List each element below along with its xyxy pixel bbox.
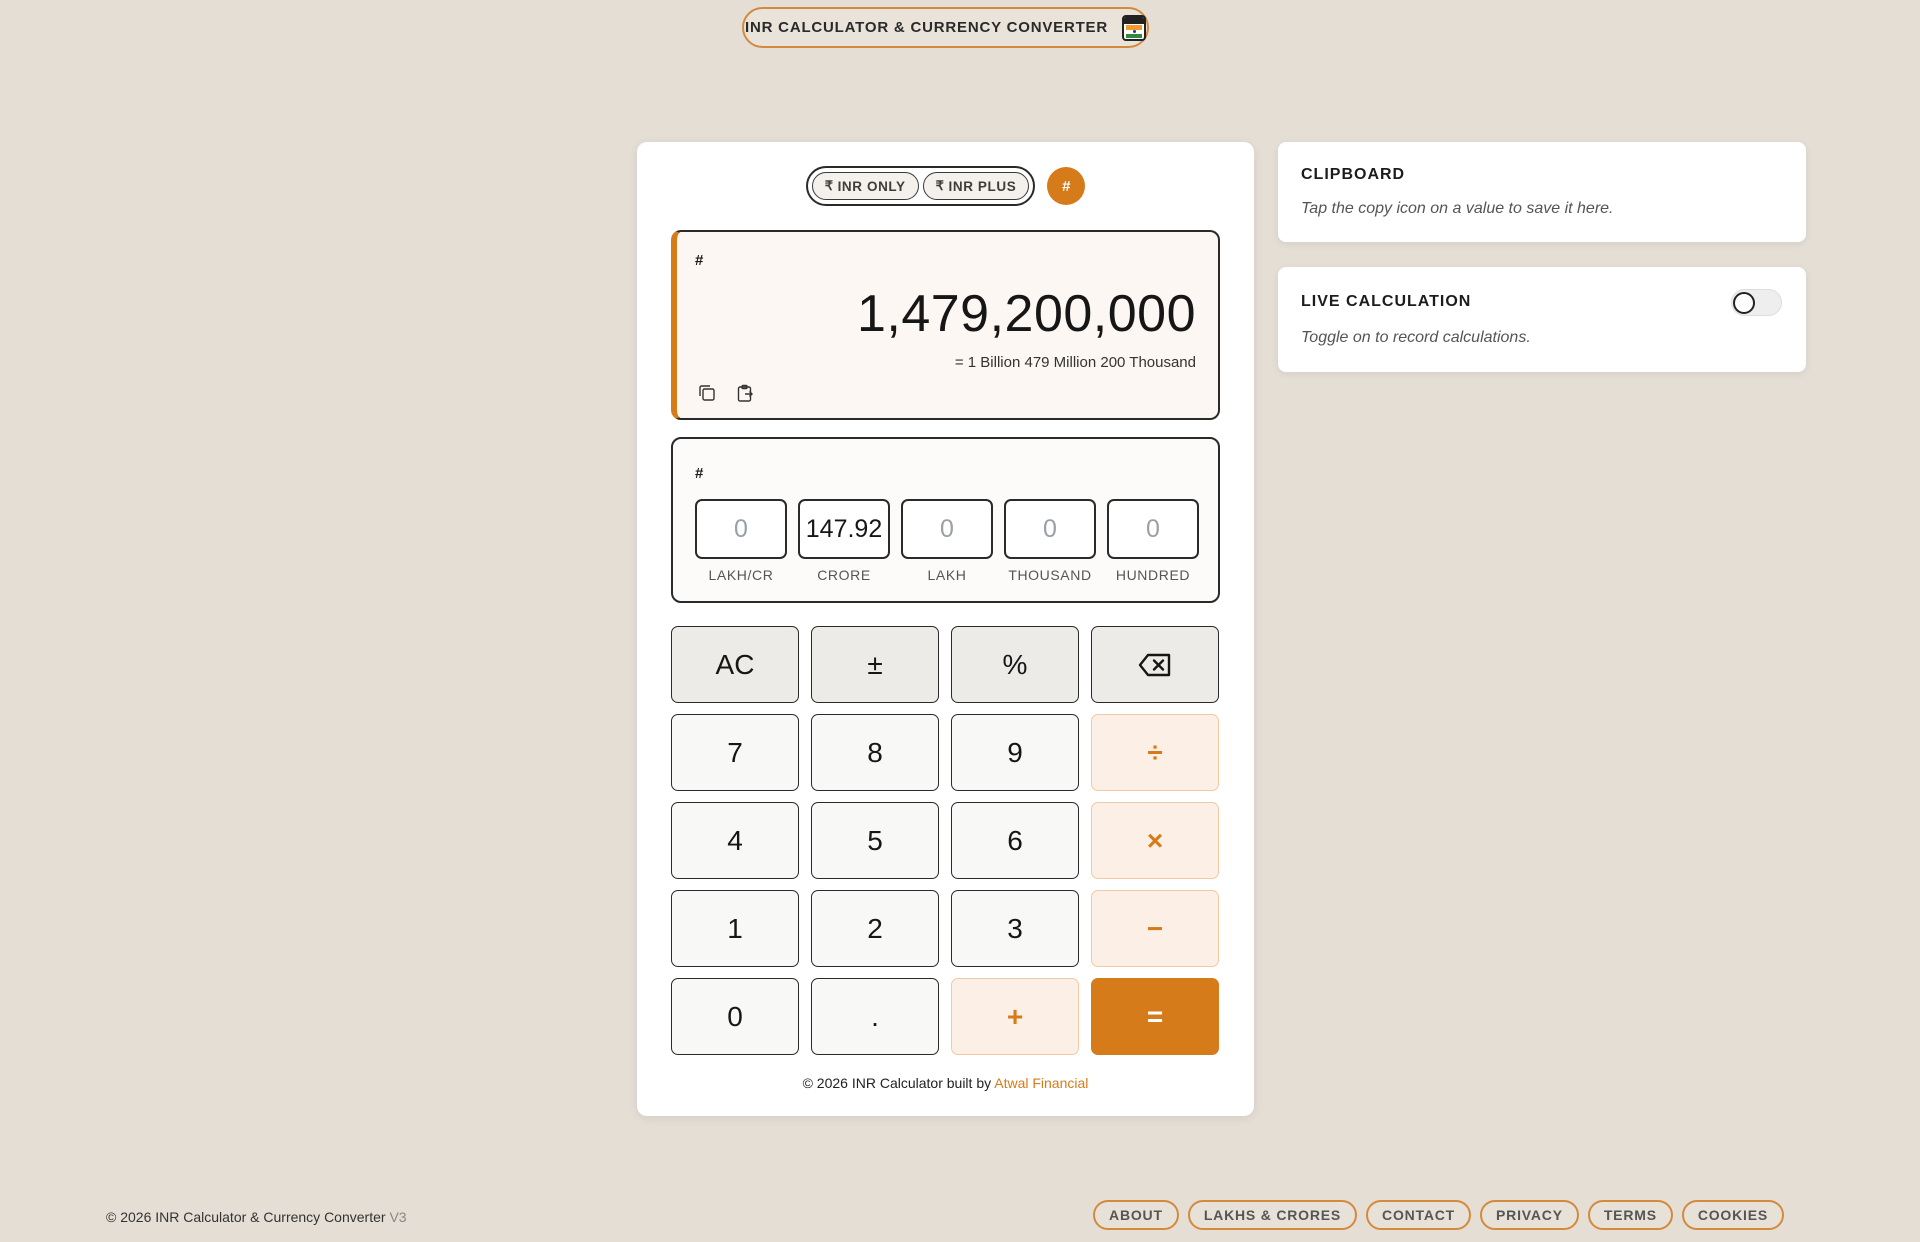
display-value: 1,479,200,000 bbox=[856, 285, 1196, 343]
breakdown-row: 0 LAKH/CR 147.92 CRORE 0 LAKH 0 THOUSAND… bbox=[695, 499, 1199, 583]
digit-7-button[interactable]: 7 bbox=[671, 714, 799, 791]
clipboard-hint: Tap the copy icon on a value to save it … bbox=[1301, 200, 1614, 217]
clipboard-title: CLIPBOARD bbox=[1301, 166, 1406, 183]
breakdown-lakh: 0 LAKH bbox=[901, 499, 993, 583]
decimal-button[interactable]: . bbox=[811, 978, 939, 1055]
digit-4-button[interactable]: 4 bbox=[671, 802, 799, 879]
breakdown-label: LAKH/CR bbox=[708, 567, 774, 583]
indian-breakdown-panel: # 0 LAKH/CR 147.92 CRORE 0 LAKH 0 THOUSA… bbox=[671, 437, 1220, 603]
breakdown-format-label: # bbox=[695, 465, 704, 482]
percent-button[interactable]: % bbox=[951, 626, 1079, 703]
breakdown-thousand: 0 THOUSAND bbox=[1004, 499, 1096, 583]
rupee-icon: ₹ bbox=[935, 178, 945, 193]
india-flag-calculator-icon bbox=[1122, 14, 1146, 41]
mode-label: INR ONLY bbox=[837, 178, 906, 194]
number-format-button[interactable]: # bbox=[1047, 167, 1086, 205]
footer-link-privacy[interactable]: PRIVACY bbox=[1480, 1200, 1579, 1230]
breakdown-label: THOUSAND bbox=[1008, 567, 1092, 583]
footer-link-contact[interactable]: CONTACT bbox=[1366, 1200, 1472, 1230]
breakdown-label: LAKH bbox=[927, 567, 967, 583]
mode-inr-only-button[interactable]: ₹ INR ONLY bbox=[811, 172, 919, 200]
plus-button[interactable]: + bbox=[951, 978, 1079, 1055]
display-words: = 1 Billion 479 Million 200 Thousand bbox=[954, 354, 1196, 371]
footer-copyright: © 2026 INR Calculator & Currency Convert… bbox=[106, 1209, 407, 1225]
digit-9-button[interactable]: 9 bbox=[951, 714, 1079, 791]
app-title: INR CALCULATOR & CURRENCY CONVERTER bbox=[744, 19, 1108, 36]
multiply-button[interactable]: × bbox=[1091, 802, 1219, 879]
minus-button[interactable]: − bbox=[1091, 890, 1219, 967]
toggle-knob bbox=[1733, 292, 1755, 314]
calculator-card: ₹ INR ONLY ₹ INR PLUS # # 1,479,200,000 … bbox=[637, 142, 1254, 1116]
all-clear-button[interactable]: AC bbox=[671, 626, 799, 703]
footer-link-about[interactable]: ABOUT bbox=[1093, 1200, 1179, 1230]
plus-minus-button[interactable]: ± bbox=[811, 626, 939, 703]
footer-link-cookies[interactable]: COOKIES bbox=[1681, 1200, 1784, 1230]
keypad: AC ± % 7 8 9 ÷ 4 5 6 × 1 2 3 − 0 . + = bbox=[671, 626, 1220, 1055]
equals-button[interactable]: = bbox=[1091, 978, 1219, 1055]
copyright-text: © 2026 INR Calculator & Currency Convert… bbox=[106, 1209, 386, 1225]
digit-3-button[interactable]: 3 bbox=[951, 890, 1079, 967]
digit-8-button[interactable]: 8 bbox=[811, 714, 939, 791]
digit-6-button[interactable]: 6 bbox=[951, 802, 1079, 879]
mode-inr-plus-button[interactable]: ₹ INR PLUS bbox=[922, 172, 1030, 200]
breakdown-value: 0 bbox=[695, 499, 787, 559]
calculator-credit: © 2026 INR Calculator built by Atwal Fin… bbox=[637, 1075, 1254, 1091]
footer-link-lakhs-crores[interactable]: LAKHS & CRORES bbox=[1187, 1200, 1358, 1230]
digit-0-button[interactable]: 0 bbox=[671, 978, 799, 1055]
live-calculation-toggle[interactable] bbox=[1731, 289, 1782, 316]
live-calculation-hint: Toggle on to record calculations. bbox=[1301, 329, 1531, 346]
divide-button[interactable]: ÷ bbox=[1091, 714, 1219, 791]
result-display: # 1,479,200,000 = 1 Billion 479 Million … bbox=[671, 230, 1220, 420]
clipboard-paste-icon[interactable] bbox=[735, 383, 755, 408]
mode-label: INR PLUS bbox=[948, 178, 1017, 194]
footer-nav: ABOUT LAKHS & CRORES CONTACT PRIVACY TER… bbox=[1093, 1200, 1784, 1230]
credit-text: © 2026 INR Calculator built by bbox=[802, 1075, 992, 1091]
live-calculation-title: LIVE CALCULATION bbox=[1301, 293, 1472, 310]
backspace-icon bbox=[1138, 653, 1171, 676]
app-title-pill: INR CALCULATOR & CURRENCY CONVERTER bbox=[742, 7, 1149, 48]
footer-link-terms[interactable]: TERMS bbox=[1587, 1200, 1673, 1230]
breakdown-crore: 147.92 CRORE bbox=[798, 499, 890, 583]
breakdown-label: HUNDRED bbox=[1115, 567, 1191, 583]
breakdown-value: 147.92 bbox=[798, 499, 890, 559]
version-label: V3 bbox=[389, 1209, 407, 1225]
mode-selector: ₹ INR ONLY ₹ INR PLUS # bbox=[637, 166, 1254, 206]
digit-2-button[interactable]: 2 bbox=[811, 890, 939, 967]
digit-1-button[interactable]: 1 bbox=[671, 890, 799, 967]
breakdown-label: CRORE bbox=[817, 567, 871, 583]
breakdown-hundred: 0 HUNDRED bbox=[1107, 499, 1199, 583]
display-format-label: # bbox=[695, 252, 704, 269]
breakdown-value: 0 bbox=[1107, 499, 1199, 559]
breakdown-lakh-crore: 0 LAKH/CR bbox=[695, 499, 787, 583]
mode-toggle-group: ₹ INR ONLY ₹ INR PLUS bbox=[805, 166, 1036, 206]
display-actions bbox=[697, 383, 755, 408]
credit-link[interactable]: Atwal Financial bbox=[994, 1075, 1088, 1091]
copy-icon[interactable] bbox=[697, 383, 717, 408]
live-calculation-panel: LIVE CALCULATION Toggle on to record cal… bbox=[1278, 267, 1806, 372]
breakdown-value: 0 bbox=[901, 499, 993, 559]
breakdown-value: 0 bbox=[1004, 499, 1096, 559]
clipboard-panel: CLIPBOARD Tap the copy icon on a value t… bbox=[1278, 142, 1806, 242]
backspace-button[interactable] bbox=[1091, 626, 1219, 703]
rupee-icon: ₹ bbox=[824, 178, 834, 193]
digit-5-button[interactable]: 5 bbox=[811, 802, 939, 879]
